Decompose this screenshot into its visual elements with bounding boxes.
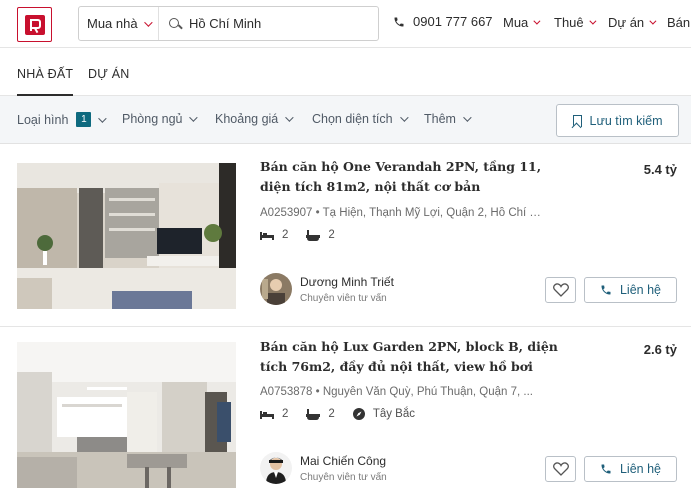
listing-photo[interactable]	[17, 163, 236, 309]
contact-button[interactable]: Liên hệ	[584, 277, 677, 303]
hotline-number: 0901 777 667	[413, 14, 493, 29]
search-mode-dropdown[interactable]: Mua nhà	[79, 7, 159, 40]
nav-label: Mua	[503, 15, 529, 30]
search-bar: Mua nhà	[78, 6, 379, 41]
search-mode-label: Mua nhà	[87, 16, 138, 31]
agent-name: Mai Chiến Công	[300, 453, 387, 468]
heart-icon	[552, 462, 569, 476]
listing-features: 2 2	[260, 229, 353, 241]
filter-count-badge: 1	[76, 112, 92, 127]
nav-label: Dự án	[608, 15, 645, 30]
listing-price: 2.6 tỷ	[643, 342, 677, 357]
bathroom-feature: 2	[306, 229, 335, 241]
listing-card[interactable]: Bán căn hộ One Verandah 2PN, tầng 11, di…	[0, 146, 691, 311]
listing-title[interactable]: Bán căn hộ One Verandah 2PN, tầng 11, di…	[260, 157, 560, 197]
agent-name: Dương Minh Triết	[300, 274, 394, 289]
search-input[interactable]	[189, 16, 369, 31]
chevron-down-icon	[285, 113, 294, 122]
favorite-button[interactable]	[545, 456, 576, 482]
nav-ban[interactable]: Bán	[667, 15, 690, 30]
bedroom-feature: 2	[260, 408, 288, 420]
nav-label: Bán	[667, 15, 691, 30]
listing-address: A0753878 • Nguyễn Văn Quỳ, Phú Thuận, Qu…	[260, 386, 533, 398]
chevron-down-icon	[533, 17, 541, 25]
filter-label: Thêm	[424, 112, 456, 126]
listing-title[interactable]: Bán căn hộ Lux Garden 2PN, block B, diện…	[260, 337, 560, 377]
bedroom-count: 2	[282, 408, 289, 420]
bedroom-count: 2	[282, 229, 289, 241]
chevron-down-icon	[143, 17, 153, 27]
agent-role: Chuyên viên tư vấn	[300, 471, 387, 483]
chevron-down-icon	[463, 113, 472, 122]
brand-logo[interactable]	[17, 7, 52, 42]
listing-address: A0253907 • Tạ Hiện, Thạnh Mỹ Lợi, Quận 2…	[260, 207, 550, 219]
bathtub-icon	[306, 408, 321, 420]
compass-icon	[352, 408, 365, 420]
bathroom-feature: 2	[306, 408, 335, 420]
nav-thue[interactable]: Thuê	[554, 15, 597, 30]
chevron-down-icon	[649, 17, 657, 25]
bathtub-icon	[306, 229, 321, 241]
contact-label: Liên hệ	[619, 283, 661, 297]
bedroom-feature: 2	[260, 229, 288, 241]
agent-info[interactable]: Mai Chiến Công Chuyên viên tư vấn	[260, 452, 387, 484]
filter-label: Loại hình	[17, 112, 69, 127]
nav-mua[interactable]: Mua	[503, 15, 541, 30]
nav-label: Thuê	[554, 15, 584, 30]
listing-photo[interactable]	[17, 342, 236, 488]
agent-info[interactable]: Dương Minh Triết Chuyên viên tư vấn	[260, 273, 394, 305]
tab-nha-dat[interactable]: NHÀ ĐẤT	[17, 67, 74, 96]
phone-icon	[601, 464, 611, 474]
direction-feature: Tây Bắc	[352, 408, 415, 420]
filter-loai-hinh[interactable]: Loại hình 1	[17, 112, 108, 127]
bookmark-icon	[572, 114, 582, 127]
chevron-down-icon	[98, 113, 108, 123]
bed-icon	[260, 411, 274, 419]
filter-label: Khoảng giá	[215, 112, 279, 126]
search-icon	[169, 17, 181, 30]
contact-button[interactable]: Liên hệ	[584, 456, 677, 482]
phone-icon	[393, 16, 405, 28]
listing-tabs: NHÀ ĐẤT DỰ ÁN	[0, 48, 691, 96]
direction-label: Tây Bắc	[372, 408, 415, 420]
avatar	[260, 452, 292, 484]
filter-phong-ngu[interactable]: Phòng ngủ	[122, 112, 199, 126]
favorite-button[interactable]	[545, 277, 576, 303]
chevron-down-icon	[399, 113, 409, 122]
top-header: Mua nhà 0901 777 667 Mua Thuê Dự án Bán	[0, 0, 691, 48]
listing-price: 5.4 tỷ	[643, 162, 677, 177]
contact-label: Liên hệ	[619, 462, 661, 476]
chevron-down-icon	[189, 113, 199, 122]
filter-khoang-gia[interactable]: Khoảng giá	[215, 112, 294, 126]
filter-dien-tich[interactable]: Chọn diện tích	[312, 112, 409, 126]
listing-features: 2 2 Tây Bắc	[260, 408, 433, 420]
filter-label: Phòng ngủ	[122, 112, 183, 126]
filter-them[interactable]: Thêm	[424, 112, 472, 126]
listing-card[interactable]: Bán căn hộ Lux Garden 2PN, block B, diện…	[0, 326, 691, 491]
phone-icon	[601, 285, 611, 295]
hotline[interactable]: 0901 777 667	[393, 14, 493, 29]
bed-icon	[260, 232, 274, 240]
nav-du-an[interactable]: Dự án	[608, 15, 657, 30]
bathroom-count: 2	[328, 229, 335, 241]
save-search-button[interactable]: Lưu tìm kiếm	[556, 104, 679, 137]
tab-du-an[interactable]: DỰ ÁN	[88, 67, 130, 81]
chevron-down-icon	[589, 17, 597, 25]
avatar	[260, 273, 292, 305]
save-search-label: Lưu tìm kiếm	[589, 113, 663, 128]
agent-role: Chuyên viên tư vấn	[300, 292, 387, 304]
bathroom-count: 2	[328, 408, 335, 420]
heart-icon	[552, 283, 569, 297]
logo-mark	[24, 14, 45, 35]
filter-label: Chọn diện tích	[312, 112, 393, 126]
